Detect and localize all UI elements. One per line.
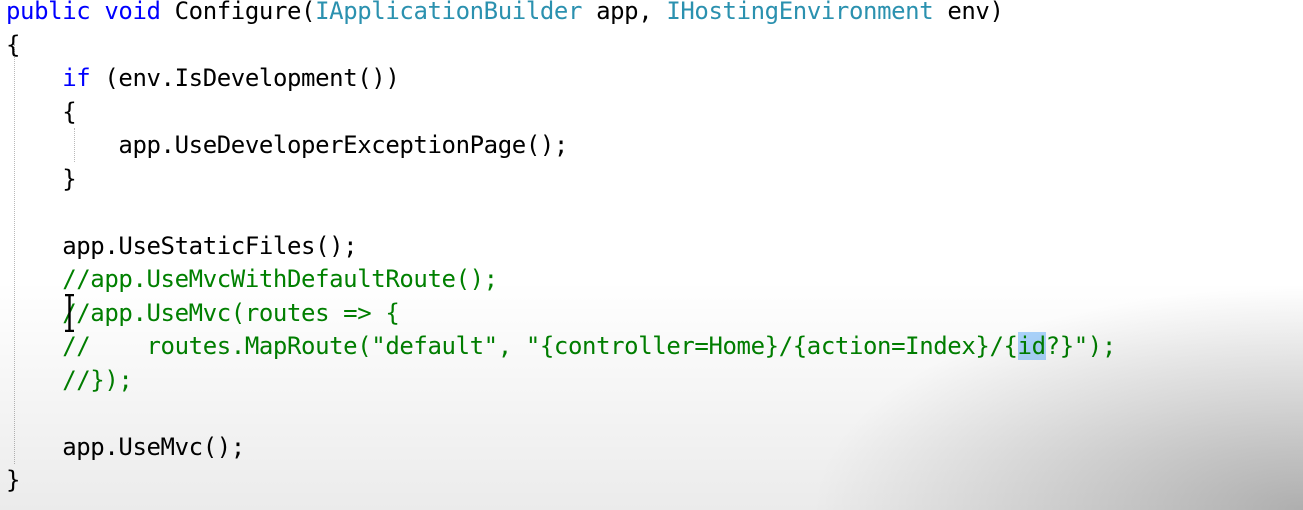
code-token: (env.IsDevelopment()): [90, 64, 400, 92]
code-line[interactable]: app.UseStaticFiles();: [6, 229, 357, 263]
code-token: app.UseMvc();: [6, 432, 245, 461]
code-token: }: [6, 164, 77, 193]
code-line[interactable]: if (env.IsDevelopment()): [6, 61, 400, 95]
code-token: app.UseDeveloperExceptionPage();: [6, 131, 568, 159]
code-token: IApplicationBuilder: [315, 0, 583, 25]
code-editor[interactable]: public void Configure(IApplicationBuilde…: [0, 0, 1303, 510]
code-token: {: [6, 97, 77, 126]
code-token: {: [6, 30, 21, 59]
code-line[interactable]: }: [6, 162, 76, 196]
code-token: ?}");: [1045, 332, 1117, 360]
code-line[interactable]: app.UseMvc();: [6, 430, 245, 464]
code-token: id: [1017, 332, 1046, 360]
code-line[interactable]: //});: [6, 363, 133, 397]
code-token: app,: [582, 0, 667, 25]
code-line[interactable]: //app.UseMvcWithDefaultRoute();: [6, 262, 498, 296]
code-token: // routes.MapRoute("default", "{controll…: [6, 332, 1018, 360]
code-token: env): [933, 0, 1004, 25]
code-token: //});: [6, 365, 133, 394]
code-token: public void: [6, 0, 175, 25]
code-token: IHostingEnvironment: [666, 0, 934, 25]
code-token: app.UseStaticFiles();: [6, 231, 358, 260]
code-line[interactable]: {: [6, 28, 20, 62]
text-cursor-icon: [64, 294, 75, 332]
code-token: //app.UseMvcWithDefaultRoute();: [6, 265, 498, 293]
code-line[interactable]: app.UseDeveloperExceptionPage();: [6, 128, 568, 162]
code-line[interactable]: // routes.MapRoute("default", "{controll…: [6, 329, 1116, 363]
code-line[interactable]: }: [6, 463, 20, 497]
code-token: }: [6, 466, 21, 494]
code-token: Configure(: [174, 0, 316, 25]
code-token: if: [62, 64, 91, 92]
code-line[interactable]: public void Configure(IApplicationBuilde…: [6, 0, 1004, 28]
code-line[interactable]: {: [6, 95, 76, 129]
